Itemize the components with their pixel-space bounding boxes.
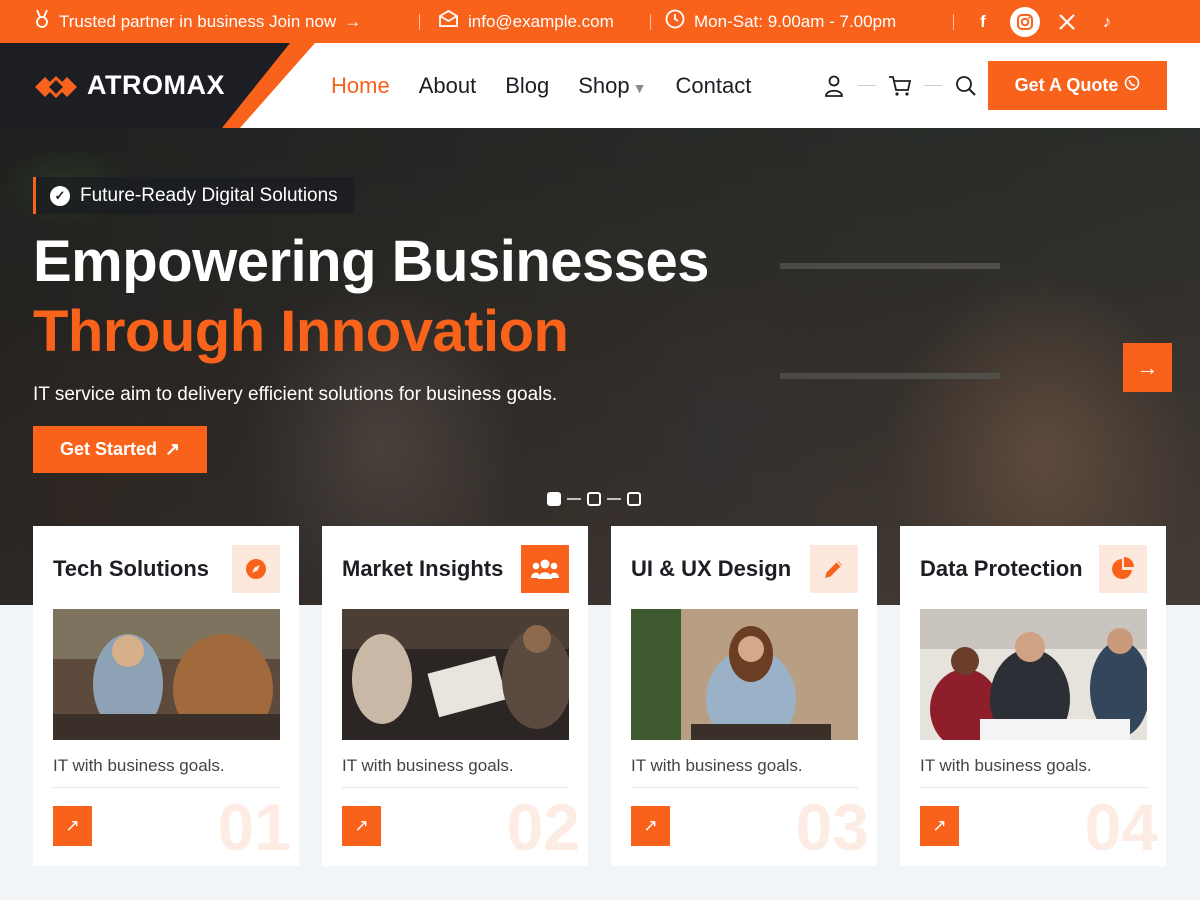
service-card: Tech Solutions IT with business goals. ↗… <box>33 526 299 866</box>
divider <box>858 85 876 86</box>
card-title: Tech Solutions <box>53 556 210 581</box>
facebook-icon[interactable]: f <box>970 9 996 35</box>
logo-mark-icon <box>33 71 77 101</box>
slider-next-button[interactable]: → <box>1123 343 1172 392</box>
arrow-up-right-icon: ↗ <box>643 816 658 835</box>
header-actions <box>822 43 978 128</box>
arrow-right-icon: → <box>1136 354 1159 380</box>
main-nav: Home About Blog Shop ▼ Contact <box>331 43 751 128</box>
get-quote-label: Get A Quote <box>1014 75 1119 95</box>
nav-shop-label: Shop <box>578 72 630 98</box>
email-link[interactable]: info@example.com <box>438 0 614 43</box>
instagram-icon[interactable] <box>1010 6 1040 37</box>
site-header: ATROMAX Home About Blog Shop ▼ Contact Ge… <box>0 43 1200 128</box>
hero-subtitle: IT service aim to delivery efficient sol… <box>33 384 558 405</box>
card-number: 01 <box>217 790 291 864</box>
card-description: IT with business goals. <box>342 756 514 775</box>
top-bar: Trusted partner in business Join now → i… <box>0 0 1200 43</box>
email-text: info@example.com <box>468 11 614 31</box>
divider <box>924 85 942 86</box>
hours-info: Mon-Sat: 9.00am - 7.00pm <box>665 0 896 43</box>
divider <box>342 787 569 788</box>
arrow-right-icon: → <box>344 11 362 31</box>
hero-badge: ✓ Future-Ready Digital Solutions <box>33 177 354 214</box>
service-card: Market Insights IT with business goals. … <box>322 526 588 866</box>
card-link-button[interactable]: ↗ <box>342 806 381 846</box>
whatsapp-icon <box>1124 75 1140 96</box>
get-started-button[interactable]: Get Started ↗ <box>33 426 207 473</box>
card-number: 02 <box>506 790 580 864</box>
arrow-up-right-icon: ↗ <box>354 816 369 835</box>
clock-icon <box>665 9 685 34</box>
tiktok-icon[interactable]: ♪ <box>1094 9 1120 35</box>
slider-pagination <box>547 492 641 506</box>
card-link-button[interactable]: ↗ <box>53 806 92 846</box>
card-description: IT with business goals. <box>920 756 1092 775</box>
divider <box>607 498 621 500</box>
x-icon[interactable] <box>1054 9 1080 35</box>
hero-badge-text: Future-Ready Digital Solutions <box>80 184 338 206</box>
nav-contact[interactable]: Contact <box>675 73 751 99</box>
card-title: Market Insights <box>342 556 504 581</box>
divider <box>650 14 651 30</box>
promo-text: Trusted partner in business Join now <box>59 11 337 31</box>
search-icon[interactable] <box>954 74 978 98</box>
pencil-icon <box>810 545 858 593</box>
card-image <box>631 609 858 740</box>
service-card: UI & UX Design IT with business goals. ↗… <box>611 526 877 866</box>
medal-icon <box>33 9 51 34</box>
divider <box>631 787 858 788</box>
caret-down-icon: ▼ <box>632 79 647 96</box>
divider <box>567 498 581 500</box>
social-links: f ♪ <box>970 0 1120 43</box>
card-description: IT with business goals. <box>53 756 225 775</box>
nav-home[interactable]: Home <box>331 73 390 99</box>
card-image <box>342 609 569 740</box>
envelope-icon <box>438 9 459 33</box>
arrow-up-right-icon: ↗ <box>932 816 947 835</box>
card-title: UI & UX Design <box>631 556 792 581</box>
hours-text: Mon-Sat: 9.00am - 7.00pm <box>694 11 897 31</box>
compass-icon <box>232 545 280 593</box>
card-image <box>920 609 1147 740</box>
nav-about[interactable]: About <box>419 73 477 99</box>
card-number: 03 <box>795 790 869 864</box>
pie-chart-icon <box>1099 545 1147 593</box>
arrow-up-right-icon: ↗ <box>164 439 181 459</box>
slider-dot-2[interactable] <box>587 492 601 506</box>
hero-title-line2: Through Innovation <box>33 299 569 364</box>
card-link-button[interactable]: ↗ <box>631 806 670 846</box>
logo[interactable]: ATROMAX <box>33 43 225 128</box>
nav-blog[interactable]: Blog <box>505 73 549 99</box>
card-title: Data Protection <box>920 556 1083 581</box>
card-number: 04 <box>1084 790 1158 864</box>
divider <box>953 14 954 30</box>
promo-link[interactable]: Trusted partner in business Join now → <box>33 0 361 43</box>
divider <box>920 787 1147 788</box>
card-link-button[interactable]: ↗ <box>920 806 959 846</box>
user-icon[interactable] <box>822 74 846 98</box>
check-badge-icon: ✓ <box>50 185 70 206</box>
service-card: Data Protection IT with business goals. … <box>900 526 1166 866</box>
slider-dot-3[interactable] <box>627 492 641 506</box>
card-description: IT with business goals. <box>631 756 803 775</box>
slider-dot-1[interactable] <box>547 492 561 506</box>
divider <box>419 14 420 30</box>
divider <box>53 787 280 788</box>
get-started-label: Get Started <box>59 439 157 459</box>
logo-text: ATROMAX <box>87 70 225 100</box>
arrow-up-right-icon: ↗ <box>65 816 80 835</box>
nav-shop[interactable]: Shop ▼ <box>578 73 646 99</box>
hero-title-line1: Empowering Businesses <box>33 229 710 294</box>
card-image <box>53 609 280 740</box>
users-icon <box>521 545 569 593</box>
cart-icon[interactable] <box>888 74 912 98</box>
get-quote-button[interactable]: Get A Quote <box>988 61 1167 110</box>
